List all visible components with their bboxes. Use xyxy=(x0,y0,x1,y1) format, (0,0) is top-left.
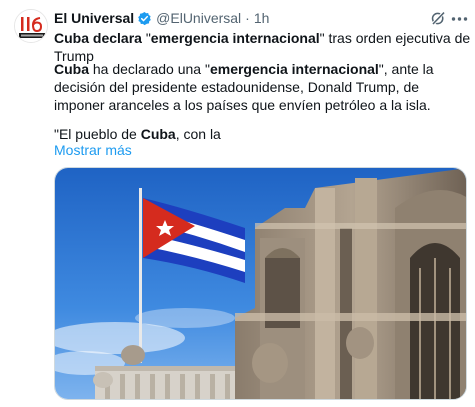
post-time[interactable]: 1h xyxy=(254,10,270,26)
separator-dot: · xyxy=(245,10,250,26)
quote-text-1: "El pueblo de xyxy=(54,126,141,142)
show-more-link[interactable]: Mostrar más xyxy=(54,141,132,159)
author-name[interactable]: El Universal xyxy=(54,10,134,26)
tweet[interactable]: El Universal @ElUniversal · 1h Cuba decl… xyxy=(0,0,475,407)
body-bold-2: emergencia internacional xyxy=(209,61,379,77)
headline-bold-1: Cuba declara xyxy=(54,30,142,46)
body-bold-1: Cuba xyxy=(54,61,89,77)
cuba-flag-building-photo xyxy=(55,168,466,399)
author-handle[interactable]: @ElUniversal xyxy=(156,10,241,26)
quote-text-2: , con la xyxy=(175,126,221,142)
el-universal-logo xyxy=(15,10,47,42)
avatar[interactable] xyxy=(14,9,48,43)
tweet-header: El Universal @ElUniversal · 1h xyxy=(54,9,269,27)
body-paragraph: Cuba ha declarado una "emergencia intern… xyxy=(54,60,464,114)
more-options-icon[interactable] xyxy=(450,10,469,27)
post-image[interactable] xyxy=(54,167,467,400)
quote-bold-1: Cuba xyxy=(140,126,176,142)
verified-badge-icon xyxy=(137,11,152,26)
body-text-1: ha declarado una " xyxy=(89,61,210,77)
grok-icon[interactable] xyxy=(430,10,447,27)
headline-bold-2: emergencia internacional xyxy=(150,30,320,46)
headline-text-1: " xyxy=(141,30,151,46)
